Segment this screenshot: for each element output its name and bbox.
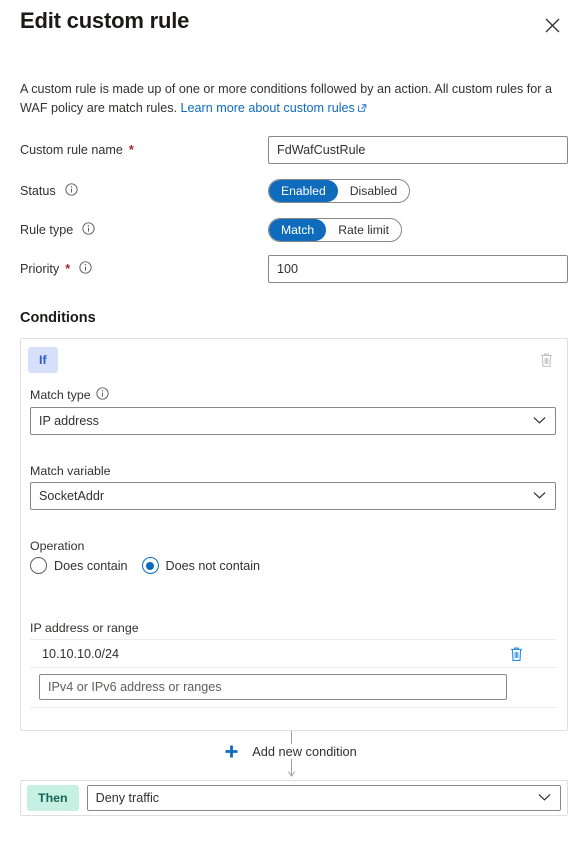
match-variable-label: Match variable bbox=[30, 464, 556, 478]
rule-name-input[interactable] bbox=[268, 136, 568, 164]
panel-description: A custom rule is made up of one or more … bbox=[20, 80, 568, 119]
priority-label-text: Priority bbox=[20, 262, 60, 276]
rule-type-option-match[interactable]: Match bbox=[269, 219, 327, 241]
status-label-text: Status bbox=[20, 184, 56, 198]
delete-condition-icon[interactable] bbox=[535, 349, 557, 371]
match-type-field: Match type IP address bbox=[30, 387, 556, 435]
rule-type-toggle[interactable]: Match Rate limit bbox=[268, 218, 402, 242]
chevron-down-icon bbox=[538, 791, 551, 805]
ip-list-divider bbox=[30, 707, 556, 708]
radio-does-contain-label: Does contain bbox=[54, 558, 128, 573]
priority-input[interactable] bbox=[268, 255, 568, 283]
status-option-disabled[interactable]: Disabled bbox=[338, 180, 409, 202]
status-toggle[interactable]: Enabled Disabled bbox=[268, 179, 411, 203]
conditions-section-title: Conditions bbox=[20, 310, 96, 326]
info-icon[interactable] bbox=[65, 183, 78, 199]
ip-entry-value: 10.10.10.0/24 bbox=[42, 646, 120, 661]
match-variable-field: Match variable SocketAddr bbox=[30, 464, 556, 510]
match-type-select[interactable]: IP address bbox=[30, 407, 556, 435]
field-row-status: Status Enabled Disabled bbox=[20, 177, 568, 205]
rule-name-label-text: Custom rule name bbox=[20, 143, 123, 157]
new-ip-entry-input[interactable] bbox=[39, 674, 507, 700]
required-asterisk: * bbox=[128, 143, 134, 157]
field-row-rule-type: Rule type Match Rate limit bbox=[20, 216, 568, 244]
ip-address-field: IP address or range 10.10.10.0/24 bbox=[30, 621, 556, 708]
edit-custom-rule-panel: Edit custom rule A custom rule is made u… bbox=[0, 0, 583, 867]
status-label: Status bbox=[20, 183, 78, 199]
radio-icon-unselected bbox=[30, 557, 47, 574]
action-card: Then Deny traffic bbox=[20, 780, 568, 816]
radio-does-contain[interactable]: Does contain bbox=[30, 557, 128, 574]
rule-type-label-text: Rule type bbox=[20, 223, 74, 237]
match-variable-value: SocketAddr bbox=[39, 489, 105, 503]
condition-if-badge: If bbox=[28, 347, 58, 373]
close-icon[interactable] bbox=[537, 10, 567, 40]
chevron-down-icon bbox=[533, 489, 546, 503]
plus-icon bbox=[222, 744, 242, 759]
required-asterisk: * bbox=[65, 262, 71, 276]
match-variable-label-text: Match variable bbox=[30, 464, 111, 478]
panel-header: Edit custom rule bbox=[0, 0, 583, 62]
radio-does-not-contain[interactable]: Does not contain bbox=[141, 557, 261, 574]
ip-address-label: IP address or range bbox=[30, 621, 556, 635]
match-type-label-text: Match type bbox=[30, 388, 91, 402]
info-icon[interactable] bbox=[95, 387, 109, 403]
external-link-icon bbox=[357, 100, 367, 119]
operation-label-text: Operation bbox=[30, 539, 85, 553]
status-option-enabled[interactable]: Enabled bbox=[269, 180, 338, 202]
operation-radio-group: Does contain Does not contain bbox=[30, 557, 556, 574]
add-new-condition-button[interactable]: Add new condition bbox=[0, 744, 583, 759]
match-type-value: IP address bbox=[39, 414, 99, 428]
action-value: Deny traffic bbox=[95, 791, 160, 805]
condition-card: If Match type IP address Match variable … bbox=[20, 338, 568, 731]
match-variable-select[interactable]: SocketAddr bbox=[30, 482, 556, 510]
rule-type-option-rate-limit[interactable]: Rate limit bbox=[326, 219, 401, 241]
ip-entry-list: 10.10.10.0/24 bbox=[30, 639, 556, 708]
radio-icon-selected bbox=[141, 557, 159, 574]
learn-more-link[interactable]: Learn more about custom rules bbox=[181, 101, 355, 115]
rule-name-label: Custom rule name * bbox=[20, 143, 134, 157]
add-new-condition-label: Add new condition bbox=[248, 744, 361, 759]
operation-label: Operation bbox=[30, 539, 556, 553]
page-title: Edit custom rule bbox=[20, 8, 190, 33]
field-row-rule-name: Custom rule name * bbox=[20, 136, 568, 164]
match-type-label: Match type bbox=[30, 387, 556, 403]
priority-label: Priority * bbox=[20, 261, 92, 277]
delete-ip-entry-icon[interactable] bbox=[506, 644, 526, 664]
ip-entry-row: 10.10.10.0/24 bbox=[30, 639, 556, 668]
ip-address-label-text: IP address or range bbox=[30, 621, 139, 635]
action-then-badge: Then bbox=[27, 785, 79, 811]
info-icon[interactable] bbox=[82, 222, 95, 238]
action-select[interactable]: Deny traffic bbox=[86, 785, 561, 811]
field-row-priority: Priority * bbox=[20, 255, 568, 283]
operation-field: Operation Does contain Does not contain bbox=[30, 539, 556, 574]
radio-does-not-contain-label: Does not contain bbox=[165, 558, 261, 573]
chevron-down-icon bbox=[533, 414, 546, 428]
info-icon[interactable] bbox=[79, 261, 92, 277]
rule-type-label: Rule type bbox=[20, 222, 95, 238]
